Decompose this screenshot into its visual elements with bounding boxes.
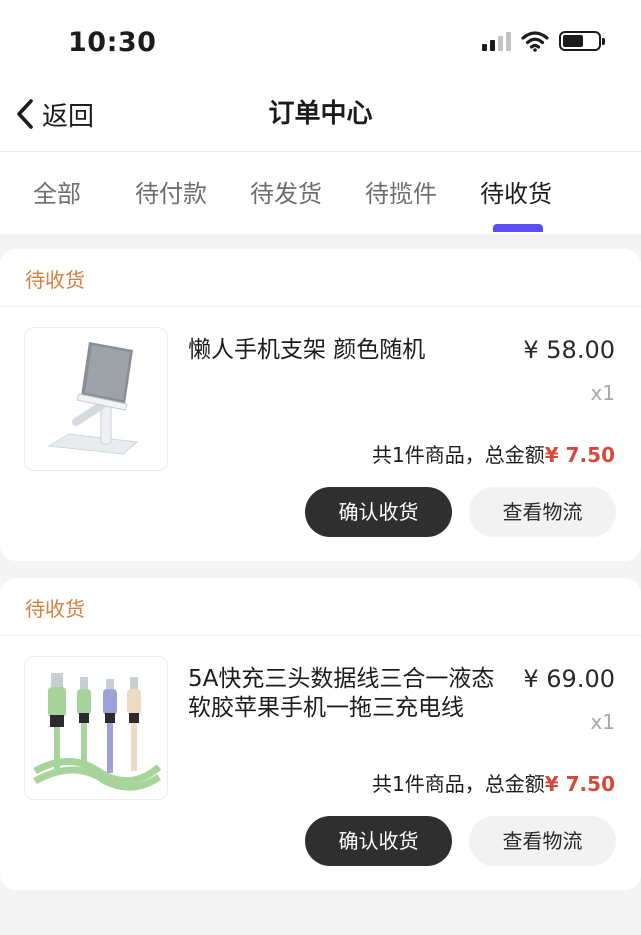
confirm-receipt-button[interactable]: 确认收货 <box>305 816 452 866</box>
charging-cable-icon <box>33 673 161 791</box>
product-price: ¥ 58.00 <box>523 336 615 364</box>
nav-bar: 返回 订单中心 <box>0 82 641 152</box>
order-status: 待收货 <box>25 597 85 621</box>
view-logistics-button[interactable]: 查看物流 <box>469 816 616 866</box>
product-quantity: x1 <box>590 710 615 734</box>
product-name[interactable]: 懒人手机支架 颜色随机 <box>188 336 503 365</box>
product-name[interactable]: 5A快充三头数据线三合一液态软胶苹果手机一拖三充电线 <box>188 665 503 723</box>
cellular-signal-icon <box>482 31 511 51</box>
tab-pending-payment[interactable]: 待付款 <box>135 174 207 209</box>
order-card: 待收货 懒人手机支架 颜色随机 ¥ 58.00 x1 共1件商品，总金额¥ 7.… <box>0 249 641 561</box>
summary-text: 共1件商品，总金额 <box>372 443 545 467</box>
battery-icon <box>559 31 605 51</box>
phone-stand-icon <box>47 342 139 455</box>
divider <box>0 635 641 636</box>
order-total: ¥ 7.50 <box>544 772 615 796</box>
confirm-receipt-button[interactable]: 确认收货 <box>305 487 452 537</box>
tab-pending-shipment[interactable]: 待发货 <box>250 174 322 209</box>
tab-pending-receipt[interactable]: 待收货 <box>480 174 552 209</box>
product-thumbnail[interactable] <box>24 327 168 471</box>
tab-pending-pickup[interactable]: 待揽件 <box>365 174 437 209</box>
summary-text: 共1件商品，总金额 <box>372 772 545 796</box>
order-total: ¥ 7.50 <box>544 443 615 467</box>
page-title: 订单中心 <box>268 99 373 129</box>
order-summary: 共1件商品，总金额¥ 7.50 <box>372 439 615 468</box>
product-quantity: x1 <box>590 381 615 405</box>
status-icons <box>482 30 605 52</box>
wifi-icon <box>521 31 549 52</box>
order-card: 待收货 5A快充三头数据线三合一液态软胶苹果手机一拖三充电线 ¥ 69.00 x… <box>0 578 641 890</box>
order-tabs: 全部 待付款 待发货 待揽件 待收货 <box>0 152 641 234</box>
divider <box>0 306 641 307</box>
view-logistics-button[interactable]: 查看物流 <box>469 487 616 537</box>
active-tab-indicator <box>493 224 543 232</box>
tab-all[interactable]: 全部 <box>33 174 81 209</box>
product-thumbnail[interactable] <box>24 656 168 800</box>
order-status: 待收货 <box>25 268 85 292</box>
product-price: ¥ 69.00 <box>523 665 615 693</box>
order-summary: 共1件商品，总金额¥ 7.50 <box>372 768 615 797</box>
status-bar: 10:30 <box>0 0 641 82</box>
status-time: 10:30 <box>68 27 157 58</box>
